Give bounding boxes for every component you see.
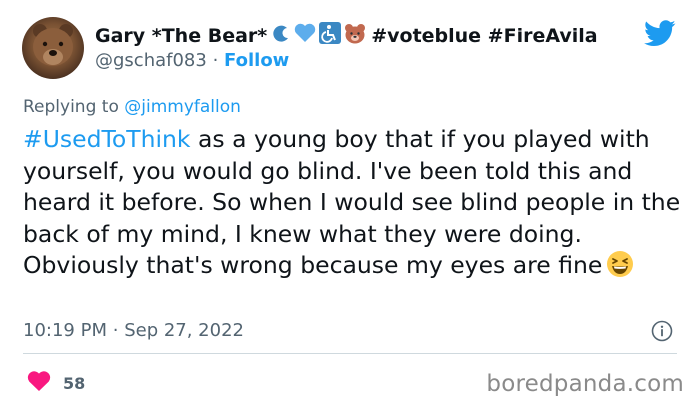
- tweet-date: Sep 27, 2022: [124, 320, 244, 341]
- twitter-bird-icon[interactable]: [644, 20, 676, 51]
- like-action[interactable]: 58: [27, 370, 85, 396]
- wheelchair-emoji: [319, 22, 342, 49]
- author-name-row[interactable]: Gary *The Bear* #voteblue #FireAvila: [95, 22, 598, 49]
- author-name-suffix[interactable]: #voteblue #FireAvila: [371, 25, 597, 47]
- hashtag-link[interactable]: #UsedToThink: [23, 125, 191, 153]
- meta-separator: ·: [112, 320, 119, 341]
- tweet-text: #UsedToThink as a young boy that if you …: [23, 124, 685, 287]
- follow-button[interactable]: Follow: [224, 50, 289, 71]
- divider: [23, 353, 677, 354]
- heart-icon[interactable]: [27, 370, 51, 396]
- reply-context: Replying to @jimmyfallon: [23, 97, 241, 117]
- author-handle[interactable]: @gschaf083: [95, 50, 207, 71]
- reply-user-link[interactable]: @jimmyfallon: [124, 97, 241, 117]
- blue-heart-emoji: [294, 23, 316, 48]
- wave-emoji: [270, 23, 291, 49]
- grinning-squinting-face-emoji: [606, 250, 634, 287]
- reply-prefix: Replying to: [23, 97, 119, 117]
- bear-emoji: [344, 23, 366, 49]
- author-display-name[interactable]: Gary *The Bear*: [95, 25, 267, 47]
- tweet-timestamp[interactable]: 10:19 PM · Sep 27, 2022: [23, 320, 244, 341]
- author-handle-row: @gschaf083 · Follow: [95, 50, 289, 71]
- avatar[interactable]: [22, 17, 84, 79]
- like-count: 58: [63, 373, 86, 393]
- handle-separator: ·: [212, 50, 219, 71]
- tweet-time: 10:19 PM: [23, 320, 107, 341]
- watermark: boredpanda.com: [486, 371, 684, 397]
- info-icon[interactable]: [651, 320, 673, 346]
